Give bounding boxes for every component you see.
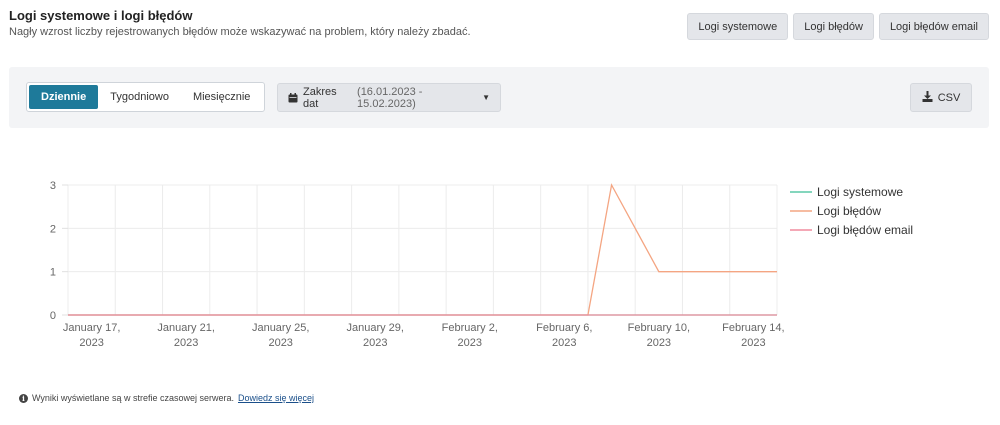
x-tick-label: January 21, <box>157 322 214 334</box>
x-tick-label: 2023 <box>268 337 292 349</box>
x-tick-label: 2023 <box>79 337 103 349</box>
x-tick-label: 2023 <box>458 337 482 349</box>
x-tick-label: February 10, <box>628 322 690 334</box>
tab-email-error-logs[interactable]: Logi błędów email <box>878 13 989 40</box>
x-tick-label: February 14, <box>722 322 784 334</box>
timezone-note-text: Wyniki wyświetlane są w strefie czasowej… <box>32 393 234 403</box>
y-tick-label: 0 <box>50 310 56 322</box>
series-line-1 <box>68 183 777 316</box>
date-range-button[interactable]: Zakres dat (16.01.2023 - 15.02.2023) ▼ <box>277 83 501 112</box>
caret-down-icon: ▼ <box>482 93 490 102</box>
y-tick-label: 3 <box>50 180 56 192</box>
line-chart: 0 1 2 3 January 17, 2023 January 21, 2023 Januar… <box>50 180 913 349</box>
x-tick-label: January 29, <box>346 322 403 334</box>
tab-system-logs[interactable]: Logi systemowe <box>687 13 789 40</box>
x-tick-label: January 17, <box>63 322 120 334</box>
period-selector: Dziennie Tygodniowo Miesięcznie <box>26 82 266 112</box>
csv-download-button[interactable]: CSV <box>910 83 972 112</box>
timezone-note: i Wyniki wyświetlane są w strefie czasow… <box>19 393 314 403</box>
y-tick-label: 1 <box>50 267 56 279</box>
download-icon <box>922 90 933 105</box>
learn-more-link[interactable]: Dowiedz się więcej <box>238 393 314 403</box>
period-daily-button[interactable]: Dziennie <box>29 85 99 109</box>
x-tick-label: February 2, <box>442 322 498 334</box>
x-tick-label: 2023 <box>174 337 198 349</box>
info-icon: i <box>19 393 28 403</box>
chart-toolbar: Dziennie Tygodniowo Miesięcznie Zakres d… <box>9 67 989 128</box>
date-range-label: Zakres dat <box>303 85 337 110</box>
legend-label: Logi systemowe <box>817 185 903 199</box>
x-tick-label: February 6, <box>536 322 592 334</box>
x-tick-label: 2023 <box>552 337 576 349</box>
x-tick-label: 2023 <box>363 337 387 349</box>
legend-label: Logi błędów email <box>817 223 913 237</box>
x-tick-label: January 25, <box>252 322 309 334</box>
page-subtitle: Nagły wzrost liczby rejestrowanych błędó… <box>9 26 471 38</box>
page-title: Logi systemowe i logi błędów <box>9 8 193 23</box>
calendar-icon <box>288 92 298 103</box>
period-monthly-button[interactable]: Miesięcznie <box>181 85 262 109</box>
period-weekly-button[interactable]: Tygodniowo <box>98 85 181 109</box>
csv-label: CSV <box>937 91 961 104</box>
log-type-tabs: Logi systemowe Logi błędów Logi błędów e… <box>687 13 989 40</box>
log-count-chart: 0 1 2 3 January 17, 2023 January 21, 2023 Januar… <box>0 160 1000 360</box>
tab-error-logs[interactable]: Logi błędów <box>793 13 874 40</box>
legend-label: Logi błędów <box>817 204 881 218</box>
y-tick-label: 2 <box>50 223 56 235</box>
date-range-value: (16.01.2023 - 15.02.2023) <box>357 85 423 110</box>
x-tick-label: 2023 <box>741 337 765 349</box>
x-tick-label: 2023 <box>647 337 671 349</box>
